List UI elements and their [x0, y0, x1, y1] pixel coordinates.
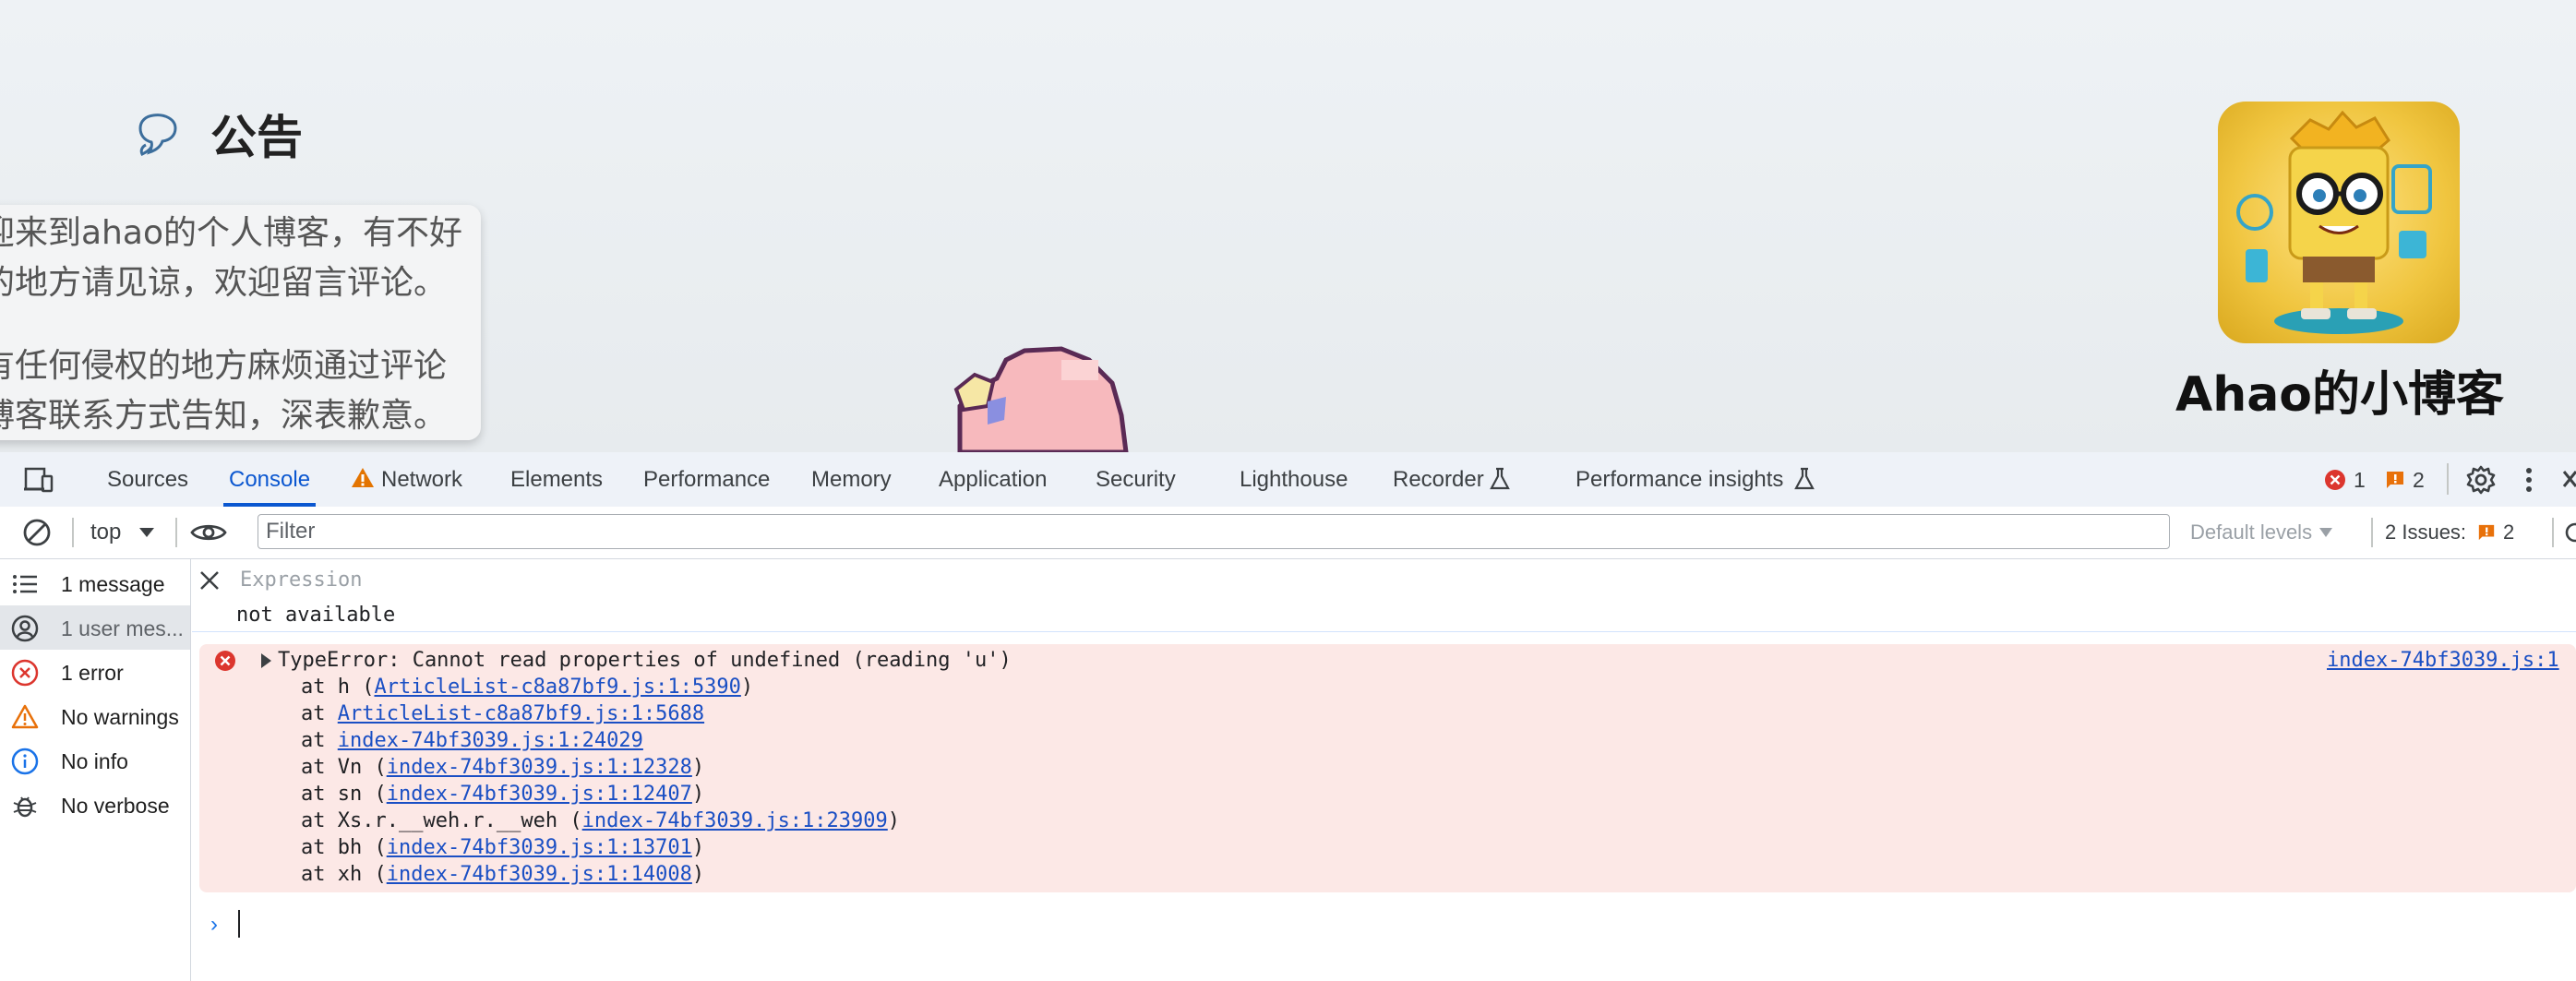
expression-result: not available — [236, 604, 396, 627]
filter-input[interactable]: Filter — [258, 514, 2170, 549]
tab-sources[interactable]: Sources — [107, 452, 188, 507]
close-devtools-icon[interactable] — [2561, 468, 2576, 492]
stack-frame-link[interactable]: index-74bf3039.js:1:12407 — [387, 783, 692, 806]
devtools-tabbar: Sources Console Network Elements Perform… — [0, 452, 2576, 508]
user-icon — [11, 615, 39, 642]
stack-frame-link[interactable]: index-74bf3039.js:1:14008 — [387, 863, 692, 886]
settings-gear-icon[interactable] — [2466, 465, 2496, 495]
console-toolbar: top Filter Default levels 2 Issues: 2 — [0, 507, 2576, 559]
flask-icon — [1490, 467, 1510, 490]
toolbar-divider — [175, 518, 177, 547]
stack-frame: at sn (index-74bf3039.js:1:12407) — [301, 783, 705, 806]
stack-frame: at Xs.r.__weh.r.__weh (index-74bf3039.js… — [301, 809, 901, 832]
tab-application[interactable]: Application — [939, 452, 1047, 507]
expression-input[interactable]: Expression — [240, 568, 362, 592]
blog-name[interactable]: Ahao的小博客 — [2160, 355, 2520, 425]
webpage-viewport: 公告 迎来到ahao的个人博客，有不好 的地方请见谅，欢迎留言评论。 有任何侵权… — [0, 0, 2576, 452]
console-prompt-chevron-icon: › — [210, 912, 218, 937]
notice-line: 有任何侵权的地方麻烦通过评论 — [0, 347, 448, 385]
devtools-panel: Sources Console Network Elements Perform… — [0, 452, 2576, 981]
remove-expression-icon[interactable] — [199, 570, 220, 591]
error-message: TypeError: Cannot read properties of und… — [199, 644, 2576, 892]
stack-frame-link[interactable]: index-74bf3039.js:1:13701 — [387, 836, 692, 859]
context-selector[interactable]: top — [90, 519, 155, 546]
tab-elements[interactable]: Elements — [510, 452, 603, 507]
stack-frame: at ArticleList-c8a87bf9.js:1:5688 — [301, 702, 705, 725]
sidebar-item-user-messages[interactable]: 1 user mes... — [0, 605, 190, 650]
console-sidebar: 1 message 1 user mes... 1 error No warni… — [0, 559, 191, 981]
live-expression: Expression not available — [192, 559, 2576, 632]
flask-icon — [1794, 467, 1815, 490]
tab-network[interactable]: Network — [381, 452, 462, 507]
stack-frame-link[interactable]: ArticleList-c8a87bf9.js:1:5688 — [338, 702, 704, 725]
pixel-mascot-image — [953, 346, 1129, 452]
stack-frame: at index-74bf3039.js:1:24029 — [301, 729, 643, 752]
tab-recorder[interactable]: Recorder — [1393, 452, 1484, 507]
sidebar-item-warnings[interactable]: No warnings — [0, 694, 190, 738]
console-settings-icon[interactable] — [2562, 520, 2576, 545]
sponge-character-icon — [2236, 110, 2432, 334]
dropdown-arrow-icon — [2319, 528, 2333, 537]
tabbar-divider — [2447, 463, 2449, 495]
stack-frame: at bh (index-74bf3039.js:1:13701) — [301, 836, 705, 859]
dropdown-arrow-icon — [139, 528, 155, 537]
expand-triangle-icon[interactable] — [260, 653, 271, 668]
network-warning-icon — [352, 468, 374, 487]
tab-performance-insights[interactable]: Performance insights — [1576, 452, 1783, 507]
stack-frame-link[interactable]: index-74bf3039.js:1:24029 — [338, 729, 643, 752]
error-icon — [11, 659, 39, 687]
notice-line: 的地方请见谅，欢迎留言评论。 — [0, 264, 448, 302]
error-counter[interactable]: 1 — [2324, 468, 2366, 492]
sidebar-item-messages[interactable]: 1 message — [0, 561, 190, 605]
toolbar-divider — [2552, 518, 2554, 547]
notice-header: 公告 — [135, 102, 303, 166]
notice-line: 迎来到ahao的个人博客，有不好 — [0, 214, 462, 252]
notice-card: 迎来到ahao的个人博客，有不好 的地方请见谅，欢迎留言评论。 有任何侵权的地方… — [0, 205, 481, 440]
warning-icon — [11, 704, 39, 729]
toolbar-divider — [72, 518, 74, 547]
error-source-link[interactable]: index-74bf3039.js:1 — [2327, 649, 2559, 672]
notice-line: 博客联系方式告知，深表歉意。 — [0, 397, 448, 435]
log-levels-dropdown[interactable]: Default levels — [2190, 519, 2333, 546]
device-toolbar-icon[interactable] — [24, 467, 55, 493]
tab-memory[interactable]: Memory — [811, 452, 892, 507]
clear-console-icon[interactable] — [22, 518, 52, 547]
stack-frame-link[interactable]: ArticleList-c8a87bf9.js:1:5390 — [374, 676, 740, 699]
tab-security[interactable]: Security — [1096, 452, 1176, 507]
sidebar-item-verbose[interactable]: No verbose — [0, 783, 190, 827]
error-text: TypeError: Cannot read properties of und… — [278, 649, 1012, 672]
stack-frame: at xh (index-74bf3039.js:1:14008) — [301, 863, 705, 886]
stack-frame-link[interactable]: index-74bf3039.js:1:23909 — [582, 809, 888, 832]
toolbar-divider — [2371, 518, 2373, 547]
tab-console[interactable]: Console — [222, 452, 317, 507]
tab-lighthouse[interactable]: Lighthouse — [1240, 452, 1348, 507]
warning-counter[interactable]: 2 — [2385, 468, 2425, 492]
bug-icon — [13, 796, 37, 818]
console-input[interactable] — [238, 910, 240, 938]
sidebar-item-errors[interactable]: 1 error — [0, 650, 190, 694]
error-icon — [2325, 470, 2345, 490]
list-icon — [13, 575, 37, 593]
warning-flag-icon — [2387, 472, 2403, 488]
stack-frame-link[interactable]: index-74bf3039.js:1:12328 — [387, 756, 692, 779]
info-icon — [11, 748, 39, 775]
error-icon — [215, 651, 235, 671]
stack-frame: at Vn (index-74bf3039.js:1:12328) — [301, 756, 705, 779]
chat-bubble-icon — [138, 114, 177, 157]
live-expression-eye-icon[interactable] — [190, 521, 227, 544]
warning-flag-icon — [2478, 524, 2495, 541]
issues-button[interactable]: 2 Issues: 2 — [2385, 519, 2514, 546]
console-messages-area: Expression not available TypeError: Cann… — [192, 559, 2576, 981]
tab-performance[interactable]: Performance — [643, 452, 770, 507]
blog-avatar-image[interactable] — [2218, 102, 2460, 343]
stack-frame: at h (ArticleList-c8a87bf9.js:1:5390) — [301, 676, 754, 699]
notice-title: 公告 — [210, 111, 303, 164]
sidebar-item-info[interactable]: No info — [0, 738, 190, 783]
more-options-icon[interactable] — [2523, 465, 2534, 495]
